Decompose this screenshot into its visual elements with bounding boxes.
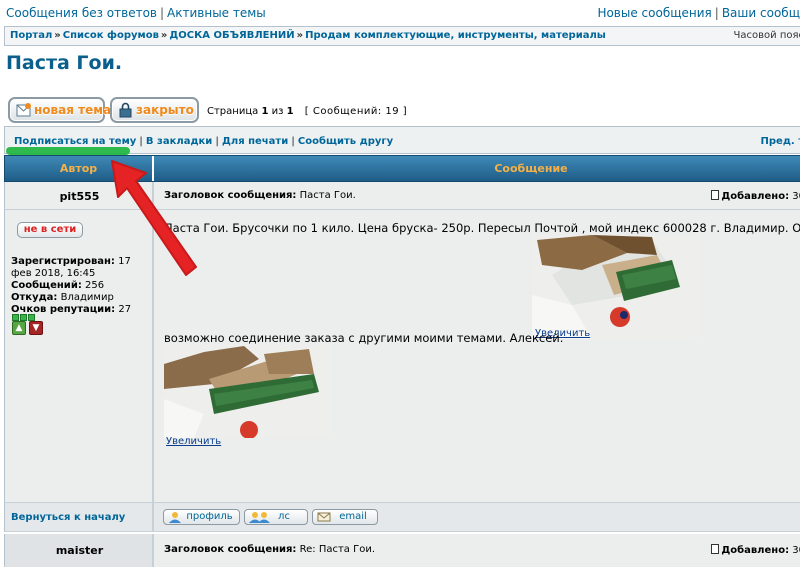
thumbs-down-icon[interactable]: ▼ bbox=[29, 321, 43, 335]
subscribe-link[interactable]: Подписаться на тему bbox=[14, 136, 136, 147]
lock-icon bbox=[119, 102, 132, 118]
posts-count: [ Сообщений: 19 ] bbox=[304, 106, 408, 117]
your-posts-link[interactable]: Ваши сообщ bbox=[722, 6, 800, 20]
post-date: Добавлено: 30 bbox=[711, 544, 800, 556]
page-of-label: из bbox=[271, 106, 284, 117]
post-author[interactable]: maister bbox=[5, 544, 154, 557]
private-message-button[interactable]: лс bbox=[244, 509, 308, 525]
product-photo-1[interactable] bbox=[532, 235, 700, 339]
enlarge-link-2[interactable]: Увеличить bbox=[166, 436, 221, 447]
new-topic-icon bbox=[16, 103, 31, 117]
thumbs-up-icon[interactable]: ▲ bbox=[12, 321, 26, 335]
pagination-info: Страница 1 из 1 [ Сообщений: 19 ] bbox=[207, 106, 407, 117]
bookmark-link[interactable]: В закладки bbox=[146, 136, 212, 147]
breadcrumb-forums[interactable]: Список форумов bbox=[63, 30, 159, 41]
breadcrumb-board[interactable]: ДОСКА ОБЪЯВЛЕНИЙ bbox=[169, 30, 294, 41]
email-button[interactable]: email bbox=[312, 509, 378, 525]
prev-topic-link[interactable]: Пред. т bbox=[761, 136, 800, 147]
post-header-row: maister Заголовок сообщения: Re: Паста Г… bbox=[4, 534, 800, 567]
red-arrow-annotation bbox=[111, 160, 197, 276]
page-label: Страница bbox=[207, 106, 259, 117]
breadcrumb: Портал» Список форумов» ДОСКА ОБЪЯВЛЕНИЙ» П… bbox=[4, 26, 800, 46]
offline-status-badge: не в сети bbox=[17, 222, 83, 238]
unanswered-posts-link[interactable]: Сообщения без ответов bbox=[6, 6, 157, 20]
post-link-icon[interactable] bbox=[711, 190, 720, 200]
pm-label: лс bbox=[278, 511, 290, 522]
profile-label: профиль bbox=[186, 511, 233, 522]
breadcrumb-portal[interactable]: Портал bbox=[10, 30, 52, 41]
message-column-header: Сообщение bbox=[494, 162, 568, 175]
top-links-bar: Сообщения без ответов | Активные темы Новы… bbox=[6, 6, 800, 20]
post-content: Паста Гои. Брусочки по 1 кило. Цена брус… bbox=[156, 210, 800, 502]
profile-button[interactable]: профиль bbox=[163, 509, 240, 525]
new-topic-label: новая тема bbox=[34, 103, 112, 117]
page-current: 1 bbox=[261, 106, 269, 117]
post-text-line-2: возможно соединение заказа с другими мои… bbox=[164, 331, 564, 345]
active-topics-link[interactable]: Активные темы bbox=[167, 6, 266, 20]
topic-closed-button[interactable]: закрыто bbox=[110, 97, 199, 123]
highlight-underline bbox=[6, 147, 130, 155]
email-label: email bbox=[339, 511, 367, 522]
timezone-label: Часовой пояс bbox=[733, 30, 800, 41]
post-text-line-1: Паста Гои. Брусочки по 1 кило. Цена брус… bbox=[164, 221, 800, 235]
topic-closed-label: закрыто bbox=[136, 103, 194, 117]
back-to-top-link[interactable]: Вернуться к началу bbox=[11, 512, 125, 523]
print-link[interactable]: Для печати bbox=[222, 136, 288, 147]
post-link-icon[interactable] bbox=[711, 544, 720, 554]
breadcrumb-section[interactable]: Продам комплектующие, инструменты, матер… bbox=[305, 30, 606, 41]
page-total: 1 bbox=[286, 106, 294, 117]
post-footer-row: Вернуться к началу профиль лс email bbox=[4, 502, 800, 532]
post-date: Добавлено: 30 bbox=[711, 190, 800, 202]
topic-title[interactable]: Паста Гои. bbox=[6, 52, 122, 74]
product-photo-2[interactable] bbox=[164, 344, 330, 438]
tell-friend-link[interactable]: Сообщить другу bbox=[298, 136, 393, 147]
new-posts-link[interactable]: Новые сообщения bbox=[597, 6, 711, 20]
new-topic-button[interactable]: новая тема bbox=[8, 97, 111, 123]
post-subject: Заголовок сообщения: Re: Паста Гои. bbox=[164, 544, 375, 555]
